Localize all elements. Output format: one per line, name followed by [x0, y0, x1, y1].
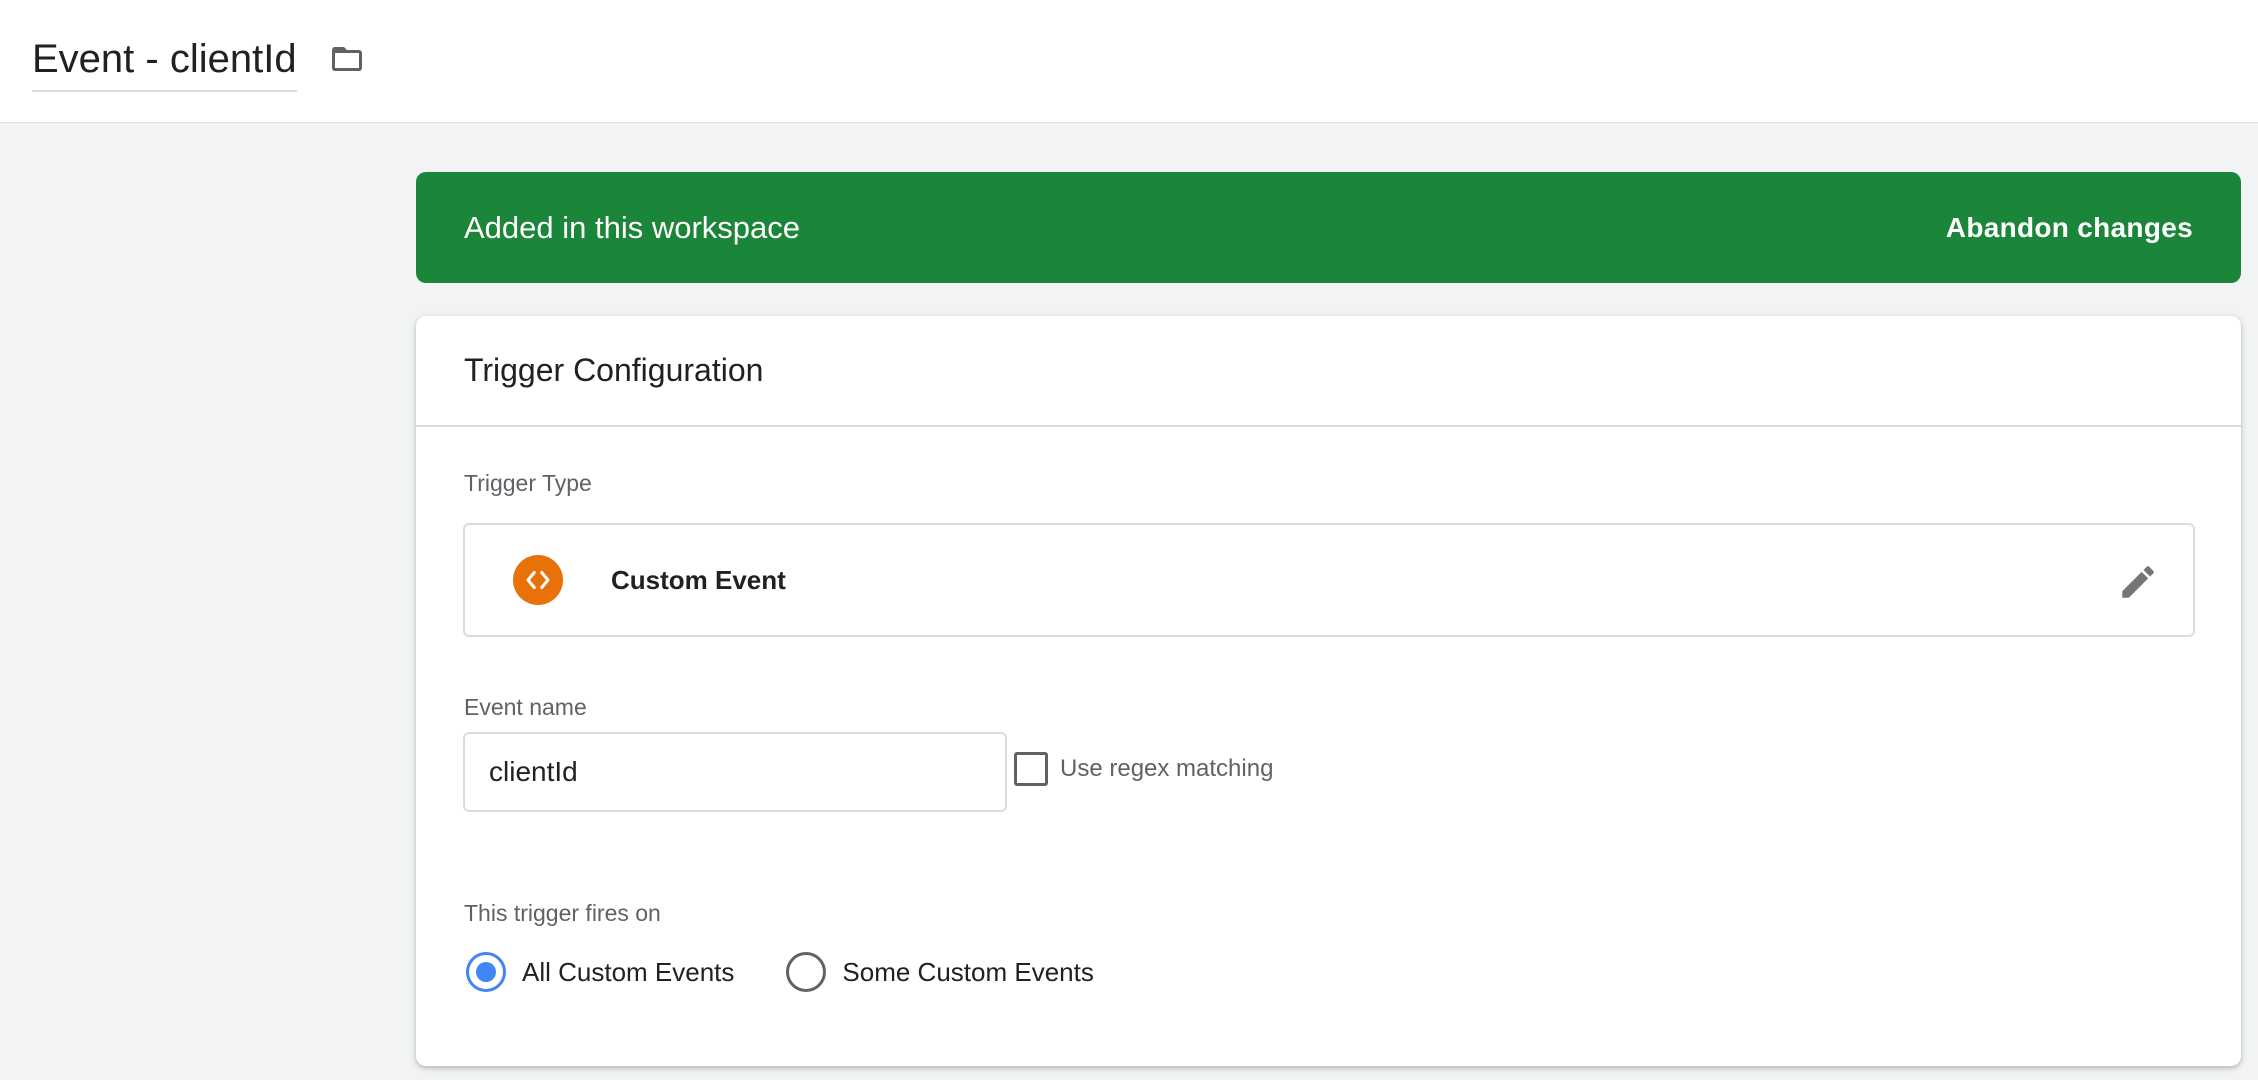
trigger-type-selector[interactable]: Custom Event: [463, 523, 2195, 637]
radio-button-checked[interactable]: [466, 952, 506, 992]
fires-on-radio-group: All Custom Events Some Custom Events: [466, 952, 1094, 992]
code-brackets-icon: [513, 555, 563, 605]
fires-on-label: This trigger fires on: [464, 900, 661, 926]
pencil-icon[interactable]: [2117, 561, 2159, 603]
regex-option[interactable]: Use regex matching: [1014, 752, 1273, 786]
card-header: Trigger Configuration: [416, 316, 2241, 427]
radio-label-some: Some Custom Events: [842, 956, 1094, 987]
event-name-label: Event name: [464, 694, 587, 720]
regex-checkbox[interactable]: [1014, 752, 1048, 786]
trigger-type-label: Trigger Type: [464, 470, 592, 496]
event-name-input[interactable]: [463, 732, 1007, 812]
card-title: Trigger Configuration: [464, 352, 764, 388]
radio-label-all: All Custom Events: [522, 956, 735, 987]
radio-button-unchecked[interactable]: [786, 952, 827, 992]
abandon-changes-button[interactable]: Abandon changes: [1946, 212, 2193, 244]
trigger-configuration-card: Trigger Configuration Trigger Type Custo…: [416, 316, 2241, 1066]
trigger-title[interactable]: Event - clientId: [32, 34, 297, 92]
workspace-banner: Added in this workspace Abandon changes: [416, 172, 2241, 283]
radio-some-custom-events[interactable]: Some Custom Events: [786, 952, 1094, 992]
trigger-type-name: Custom Event: [611, 564, 786, 595]
radio-all-custom-events[interactable]: All Custom Events: [466, 952, 734, 992]
title-wrap: Event - clientId: [32, 34, 369, 92]
folder-icon[interactable]: [325, 41, 369, 77]
radio-dot: [476, 962, 496, 982]
regex-label: Use regex matching: [1060, 755, 1274, 782]
top-bar: Event - clientId: [0, 0, 2258, 123]
banner-text: Added in this workspace: [464, 209, 801, 245]
